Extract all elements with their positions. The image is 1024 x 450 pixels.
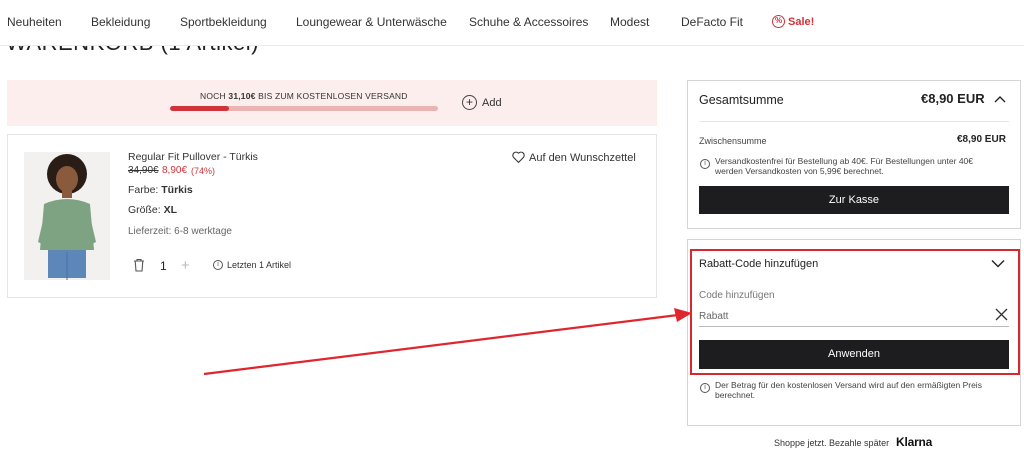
nav-item-sale[interactable]: Sale! xyxy=(788,16,814,28)
coupon-toggle[interactable]: Rabatt-Code hinzufügen xyxy=(699,258,818,270)
remaining-amount: 31,10€ xyxy=(228,91,256,101)
trash-icon[interactable] xyxy=(133,258,145,272)
chevron-down-icon[interactable] xyxy=(991,259,1005,268)
summary-total: €8,90 EUR xyxy=(921,91,985,106)
nav-item-bekleidung[interactable]: Bekleidung xyxy=(91,15,150,29)
coupon-note: Der Betrag für den kostenlosen Versand w… xyxy=(715,380,982,400)
wishlist-button[interactable]: Auf den Wunschzettel xyxy=(512,151,636,164)
wishlist-label: Auf den Wunschzettel xyxy=(529,152,636,164)
sale-price: 8,90€ xyxy=(162,165,188,176)
heart-icon xyxy=(512,151,525,163)
discount-percent: (74%) xyxy=(191,166,216,176)
info-icon: i xyxy=(213,260,223,270)
shipping-progress-fill xyxy=(170,106,229,111)
quantity-plus-button[interactable]: + xyxy=(181,257,190,274)
checkout-button[interactable]: Zur Kasse xyxy=(699,186,1009,214)
chevron-up-icon[interactable] xyxy=(994,95,1006,103)
stock-note: Letzten 1 Artikel xyxy=(227,260,292,270)
info-icon: i xyxy=(700,159,710,169)
add-button[interactable]: Add xyxy=(482,97,502,109)
shipping-progress-bar xyxy=(170,106,438,111)
original-price: 34,90€ xyxy=(128,165,159,176)
info-icon: i xyxy=(700,383,710,393)
nav-item-loungewear[interactable]: Loungewear & Unterwäsche xyxy=(296,15,447,29)
product-image[interactable] xyxy=(24,152,110,280)
add-icon[interactable]: + xyxy=(462,95,477,110)
sale-icon[interactable]: % xyxy=(772,15,785,28)
close-icon[interactable] xyxy=(995,308,1008,321)
klarna-tagline: Shoppe jetzt. Bezahle später xyxy=(774,438,890,448)
coupon-code-input[interactable] xyxy=(699,307,1009,327)
apply-coupon-button[interactable]: Anwenden xyxy=(699,340,1009,369)
product-color: Farbe: Türkis xyxy=(128,184,193,196)
top-navigation: Neuheiten Bekleidung Sportbekleidung Lou… xyxy=(0,0,1024,46)
free-shipping-banner xyxy=(7,80,657,126)
shipping-cost-note: Versandkostenfrei für Bestellung ab 40€.… xyxy=(715,156,974,176)
divider xyxy=(699,121,1009,122)
nav-item-defacto-fit[interactable]: DeFacto Fit xyxy=(681,15,743,29)
quantity-value[interactable]: 1 xyxy=(160,259,167,273)
product-name[interactable]: Regular Fit Pullover - Türkis xyxy=(128,151,258,163)
klarna-logo: Klarna xyxy=(896,435,933,449)
annotation-arrow xyxy=(203,308,692,376)
delivery-time: Lieferzeit: 6-8 werktage xyxy=(128,226,232,237)
nav-item-schuhe-accessoires[interactable]: Schuhe & Accessoires xyxy=(469,15,588,29)
nav-item-neuheiten[interactable]: Neuheiten xyxy=(7,15,62,29)
summary-title: Gesamtsumme xyxy=(699,93,784,107)
product-size: Größe: XL xyxy=(128,204,178,216)
subtotal-label: Zwischensumme xyxy=(699,136,767,146)
subtotal-value: €8,90 EUR xyxy=(957,134,1006,145)
coupon-code-label: Code hinzufügen xyxy=(699,290,775,301)
nav-item-sportbekleidung[interactable]: Sportbekleidung xyxy=(180,15,267,29)
free-shipping-text: NOCH 31,10€ BIS ZUM KOSTENLOSEN VERSAND xyxy=(200,91,408,101)
nav-item-modest[interactable]: Modest xyxy=(610,15,649,29)
